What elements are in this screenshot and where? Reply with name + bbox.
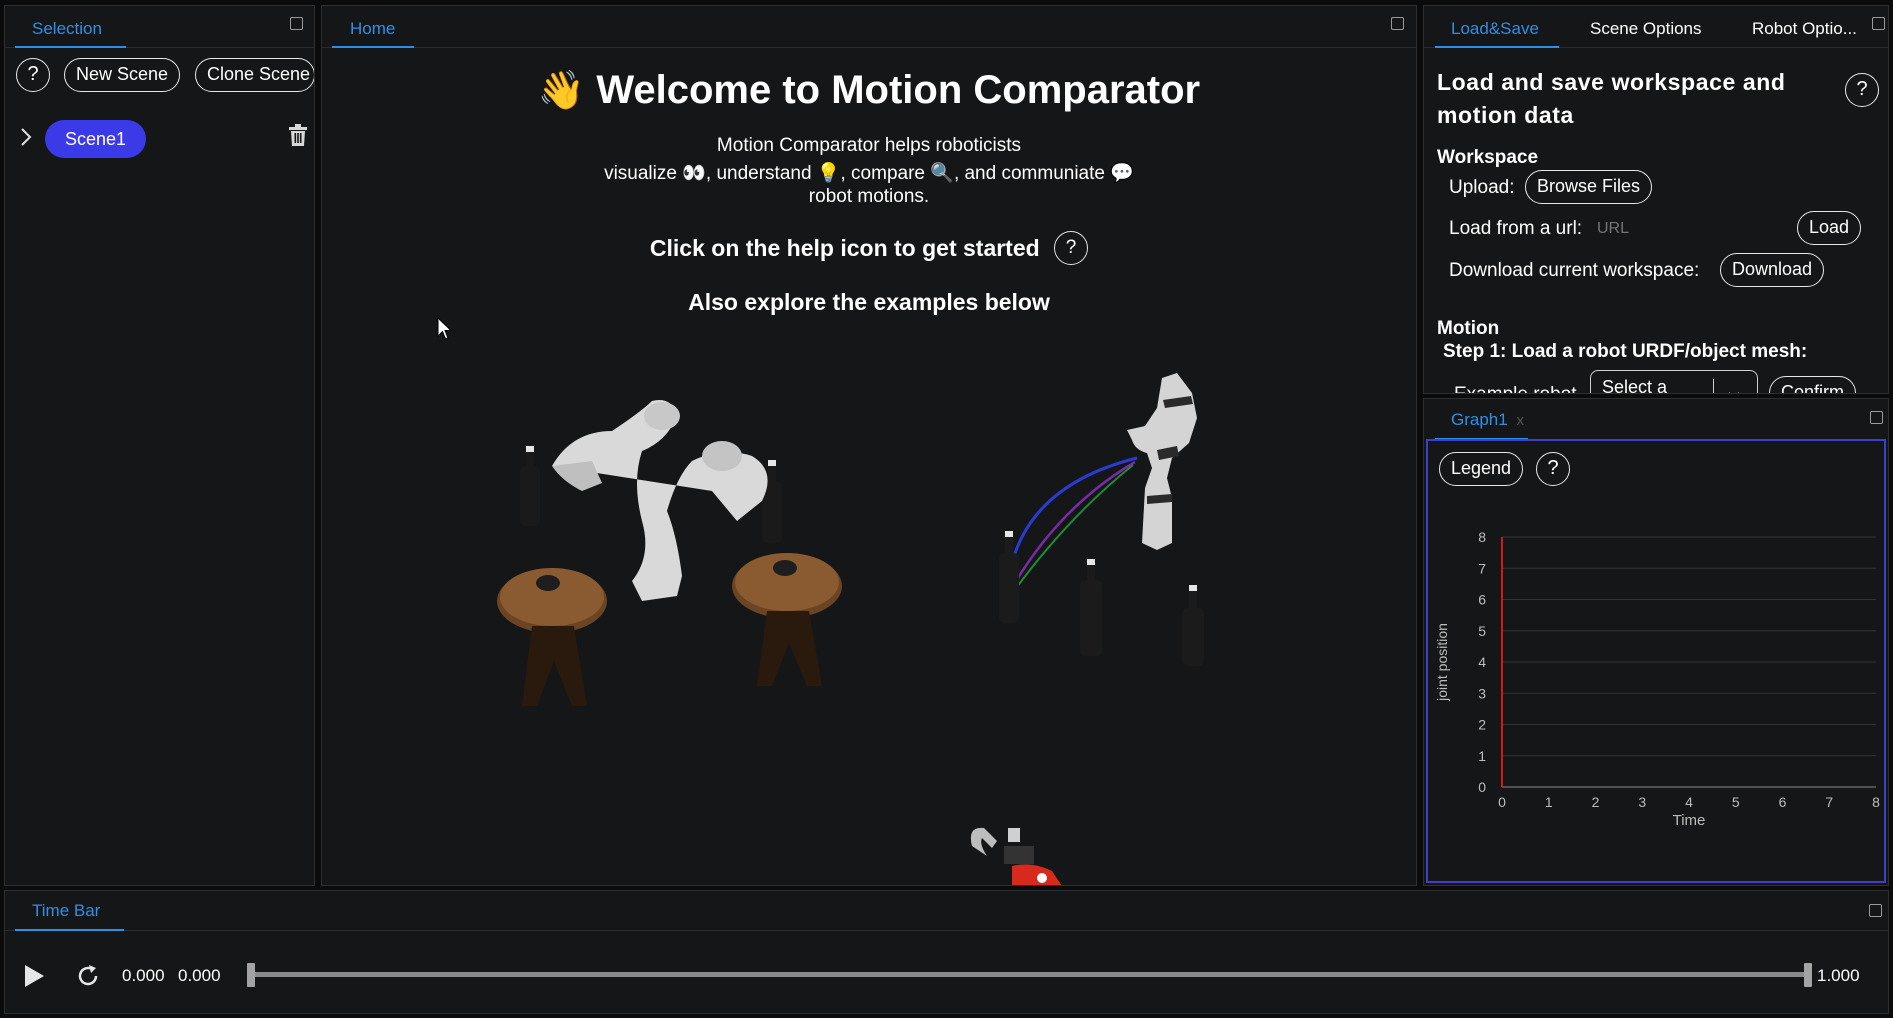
select-placeholder: Select a: [1602, 377, 1668, 394]
help-button[interactable]: ?: [1845, 73, 1879, 107]
help-prompt: Click on the help icon to get started ?: [322, 231, 1416, 268]
y-tick-label: 3: [1478, 685, 1486, 701]
tab-timebar-underline: [15, 929, 124, 931]
download-button[interactable]: Download: [1720, 253, 1825, 287]
y-tick-label: 4: [1478, 654, 1486, 670]
x-tick-label: 1: [1545, 794, 1553, 810]
load-url-button[interactable]: Load: [1797, 211, 1862, 245]
x-axis-label: Time: [1673, 812, 1706, 829]
x-tick-label: 4: [1685, 794, 1693, 810]
timebar-tabbar: Time Bar: [5, 891, 1888, 931]
tab-load-save-underline: [1435, 46, 1559, 48]
tab-load-save[interactable]: Load&Save: [1451, 6, 1539, 48]
repeat-icon[interactable]: [76, 964, 100, 988]
help-button[interactable]: ?: [16, 58, 50, 92]
intro-line-3: robot motions.: [808, 186, 930, 207]
help-button[interactable]: ?: [1054, 231, 1089, 265]
clone-scene-button[interactable]: Clone Scene: [195, 58, 314, 92]
y-tick-label: 8: [1478, 529, 1486, 545]
y-tick-label: 6: [1478, 592, 1486, 608]
tab-selection-underline: [15, 46, 126, 48]
x-tick-label: 8: [1872, 794, 1880, 810]
y-axis-label: joint position: [1434, 623, 1450, 702]
maximize-icon[interactable]: [1869, 904, 1882, 917]
tab-home-underline: [332, 46, 414, 48]
confirm-button[interactable]: Confirm: [1769, 376, 1857, 393]
x-tick-label: 6: [1779, 794, 1787, 810]
example-robot-select[interactable]: Select a: [1590, 370, 1758, 394]
scene-item-scene1[interactable]: Scene1: [45, 120, 146, 158]
x-tick-label: 7: [1825, 794, 1833, 810]
chevron-right-icon[interactable]: [19, 127, 33, 147]
magnifier-icon: 🔍: [930, 163, 954, 184]
load-save-title: Load and save workspace and motion data: [1437, 69, 1786, 128]
tab-robot-options[interactable]: Robot Optio...: [1752, 6, 1857, 48]
examples-prompt: Also explore the examples below: [688, 289, 1050, 315]
browse-files-button[interactable]: Browse Files: [1525, 170, 1653, 204]
page-title-text: Welcome to Motion Comparator: [596, 68, 1201, 112]
graph-panel: Graph1 x Legend ? 0 1 2 3 4 5 6 7 8 0 1 2 3 4 5 6 7 8 Time…: [1423, 398, 1889, 886]
x-tick-label: 5: [1732, 794, 1740, 810]
load-save-panel: Load&Save Scene Options Robot Optio... L…: [1423, 5, 1889, 394]
lightbulb-icon: 💡: [816, 163, 841, 184]
timeline-start-handle[interactable]: [247, 963, 255, 987]
y-tick-label: 0: [1478, 779, 1486, 795]
maximize-icon[interactable]: [1391, 17, 1404, 30]
example-thumbnail-gripper[interactable]: [952, 816, 1102, 886]
y-tick-label: 1: [1478, 748, 1486, 764]
chevron-down-icon: [1729, 392, 1739, 393]
tab-scene-options[interactable]: Scene Options: [1590, 6, 1702, 48]
select-divider: [1713, 379, 1714, 393]
y-tick-label: 5: [1478, 623, 1486, 639]
start-time-value: 0.000: [178, 966, 221, 985]
url-input[interactable]: [1597, 216, 1747, 242]
play-icon[interactable]: [23, 964, 45, 988]
right-top-tabbar: Load&Save Scene Options Robot Optio...: [1424, 6, 1888, 48]
tab-timebar[interactable]: Time Bar: [32, 891, 100, 933]
intro-line-1: Motion Comparator helps roboticists: [716, 135, 1022, 156]
eyes-icon: 👀: [682, 163, 706, 184]
y-tick-label: 7: [1478, 560, 1486, 576]
tab-home[interactable]: Home: [350, 6, 395, 48]
speech-bubble-icon: 💬: [1110, 163, 1134, 184]
example-robot-label: Example robot: [1454, 384, 1577, 393]
end-time-value: 1.000: [1817, 966, 1860, 985]
step1-label: Step 1: Load a robot URDF/object mesh:: [1443, 341, 1808, 362]
y-tick-label: 2: [1478, 717, 1486, 733]
workspace-heading: Workspace: [1437, 147, 1539, 168]
new-scene-button[interactable]: New Scene: [64, 58, 181, 92]
x-tick-label: 0: [1498, 794, 1506, 810]
mouse-cursor-icon: [437, 317, 453, 340]
load-url-label: Load from a url:: [1449, 218, 1583, 239]
home-panel: Home 👋 Welcome to Motion Comparator Moti…: [321, 5, 1417, 886]
timeline-end-handle[interactable]: [1804, 963, 1812, 987]
selection-panel: Selection ? New Scene Clone Scene Scene1: [4, 5, 315, 886]
upload-label: Upload:: [1449, 177, 1515, 198]
timebar-panel: Time Bar: [4, 890, 1889, 1014]
maximize-icon[interactable]: [290, 17, 303, 30]
motion-heading: Motion: [1437, 318, 1500, 339]
timeline-slider[interactable]: [251, 972, 1809, 977]
page-title: 👋 Welcome to Motion Comparator: [322, 68, 1416, 113]
trash-icon[interactable]: [288, 124, 308, 146]
x-tick-label: 2: [1592, 794, 1600, 810]
download-label: Download current workspace:: [1449, 260, 1700, 281]
current-time-value: 0.000: [122, 966, 165, 985]
maximize-icon[interactable]: [1872, 17, 1885, 30]
x-tick-label: 3: [1638, 794, 1646, 810]
tab-selection[interactable]: Selection: [32, 6, 102, 48]
example-thumbnail-tables[interactable]: [492, 371, 852, 711]
joint-position-chart[interactable]: 0 1 2 3 4 5 6 7 8 0 1 2 3 4 5 6 7 8 Time joint position: [1424, 399, 1889, 886]
example-thumbnail-trajectories[interactable]: [967, 368, 1207, 668]
home-tabbar: Home: [322, 6, 1416, 48]
waving-hand-icon: 👋: [537, 70, 586, 112]
selection-tabbar: Selection: [5, 6, 314, 48]
